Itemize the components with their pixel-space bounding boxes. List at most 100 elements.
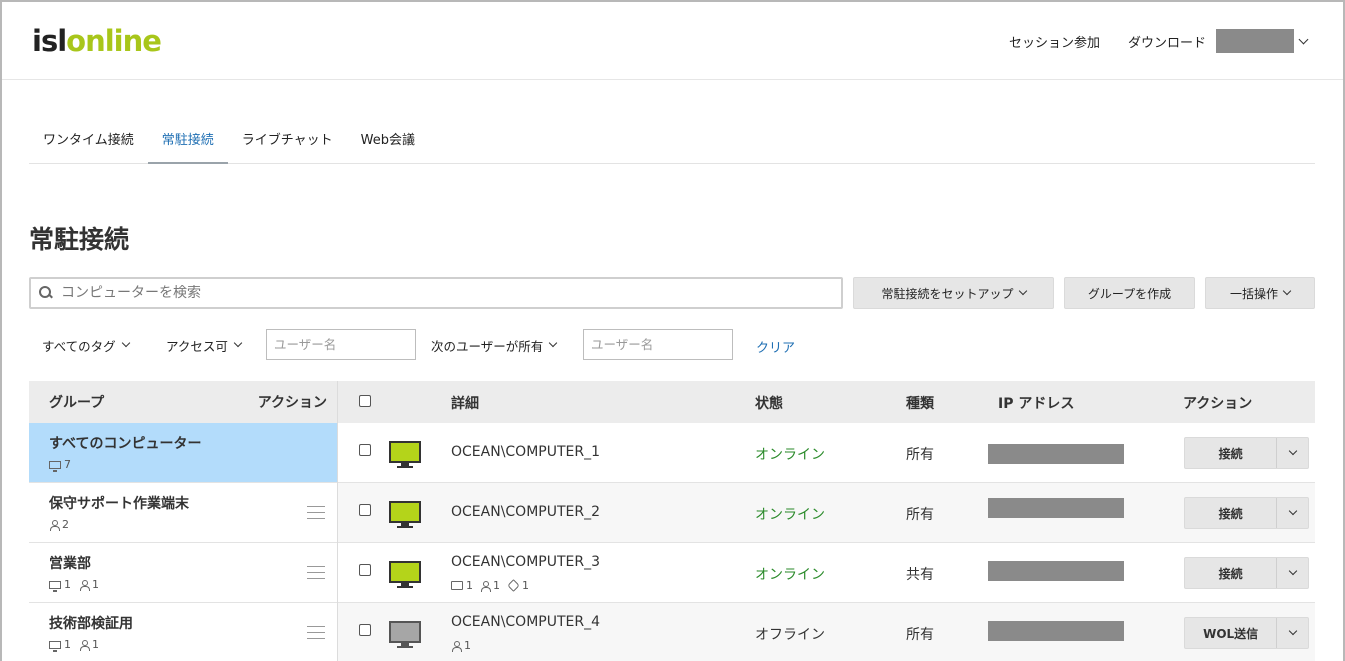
connect-button[interactable]: 接続 [1185,498,1278,528]
connect-button[interactable]: 接続 [1185,438,1278,468]
bulk-actions-label: 一括操作 [1229,286,1278,301]
connection-type: 所有 [906,627,934,643]
computer-icon [49,580,61,592]
user-count: 1 [92,578,99,591]
hamburger-menu-icon[interactable] [307,626,325,639]
user-icon [480,580,491,592]
setup-always-on-button[interactable]: 常駐接続をセットアップ [853,277,1054,309]
computer-name[interactable]: OCEAN\COMPUTER_4 [451,614,600,630]
row-checkbox[interactable] [359,504,371,516]
action-dropdown-button[interactable] [1277,558,1308,588]
join-session-link[interactable]: セッション参加 [1009,32,1100,51]
computer-online-icon [389,561,421,588]
hamburger-menu-icon[interactable] [307,506,325,519]
computer-online-icon [389,441,421,468]
user-count: 2 [62,518,69,531]
tab-live-chat[interactable]: ライブチャット [228,120,347,164]
bulk-actions-button[interactable]: 一括操作 [1205,277,1315,309]
connection-type: 共有 [906,567,934,583]
group-name: すべてのコンピューター [49,436,202,452]
hamburger-menu-icon[interactable] [307,566,325,579]
group-item-sales[interactable]: 営業部 1 1 [29,543,337,603]
computer-name[interactable]: OCEAN\COMPUTER_3 [451,554,600,570]
clear-filters-link[interactable]: クリア [756,337,795,356]
user-account-menu[interactable] [1216,29,1294,53]
group-item-maintenance[interactable]: 保守サポート作業端末 2 [29,483,337,543]
create-group-button[interactable]: グループを作成 [1064,277,1195,309]
owner-filter-dropdown[interactable]: 次のユーザーが所有 [431,336,558,354]
status-badge: オンライン [755,507,825,523]
setup-always-on-label: 常駐接続をセットアップ [881,286,1014,301]
group-name: 営業部 [49,556,91,572]
download-link[interactable]: ダウンロード [1128,32,1206,51]
tab-onetime[interactable]: ワンタイム接続 [29,120,148,164]
chevron-down-icon[interactable] [1298,34,1309,44]
groups-panel: グループ アクション すべてのコンピューター 7 保守サポート作業端末 2 営業… [29,381,337,661]
ip-address-redacted [988,444,1124,464]
header-ip-address: IP アドレス [998,396,1075,412]
table-row[interactable]: OCEAN\COMPUTER_1 オンライン 所有 接続 [338,423,1315,483]
table-row[interactable]: OCEAN\COMPUTER_2 オンライン 所有 接続 [338,483,1315,543]
table-header: 詳細 状態 種類 IP アドレス アクション [338,381,1315,423]
computer-name[interactable]: OCEAN\COMPUTER_1 [451,444,600,460]
wake-on-lan-button[interactable]: WOL送信 [1185,618,1278,648]
computers-table: 詳細 状態 種類 IP アドレス アクション OCEAN\COMPUTER_1 … [338,381,1315,661]
access-filter-dropdown[interactable]: アクセス可 [166,336,243,354]
top-header: islonline セッション参加 ダウンロード [2,2,1343,80]
user-count: 1 [464,639,471,652]
chevron-down-icon [1288,506,1297,516]
islonline-logo[interactable]: islonline [32,24,162,58]
chevron-down-icon [1288,626,1297,636]
chevron-down-icon [121,338,130,348]
wol-split-button: WOL送信 [1184,617,1309,649]
owner-user-input[interactable] [583,329,733,360]
create-group-label: グループを作成 [1087,286,1172,301]
tags-filter-dropdown[interactable]: すべてのタグ [42,336,130,354]
product-tabs: ワンタイム接続 常駐接続 ライブチャット Web会議 [29,120,1315,164]
connect-button[interactable]: 接続 [1185,558,1278,588]
row-checkbox[interactable] [359,444,371,456]
user-icon [49,519,60,531]
computer-name[interactable]: OCEAN\COMPUTER_2 [451,504,600,520]
computer-offline-icon [389,621,421,648]
user-icon [79,639,90,651]
action-dropdown-button[interactable] [1277,438,1308,468]
chevron-down-icon [233,338,243,348]
logo-online-text: online [66,24,162,58]
computer-count: 1 [64,638,71,651]
row-checkbox[interactable] [359,564,371,576]
row-checkbox[interactable] [359,624,371,636]
tab-always-on[interactable]: 常駐接続 [147,120,228,164]
connect-split-button: 接続 [1184,437,1309,469]
group-item-engineering[interactable]: 技術部検証用 1 1 [29,603,337,661]
groups-action-header: アクション [257,395,327,411]
header-details: 詳細 [451,396,479,412]
search-box[interactable] [29,277,843,309]
connection-type: 所有 [906,507,934,523]
search-icon [39,286,53,300]
group-name: 技術部検証用 [49,616,133,632]
tag-count: 1 [522,579,529,592]
table-row[interactable]: OCEAN\COMPUTER_4 1 オフライン 所有 WOL送信 [338,603,1315,661]
action-dropdown-button[interactable] [1277,618,1308,648]
header-type: 種類 [906,396,934,412]
header-action: アクション [1183,396,1253,412]
computer-online-icon [389,501,421,528]
computer-meta: 1 1 1 [451,579,536,592]
groups-header-label: グループ [49,395,105,411]
select-all-checkbox[interactable] [359,395,371,407]
app-window: islonline セッション参加 ダウンロード ワンタイム接続 常駐接続 ライ… [0,0,1345,661]
group-item-all-computers[interactable]: すべてのコンピューター 7 [29,423,337,483]
group-meta: 7 [49,458,79,472]
chevron-down-icon [1288,566,1297,576]
group-meta: 1 1 [49,638,107,652]
tab-web-conference[interactable]: Web会議 [347,120,429,164]
table-row[interactable]: OCEAN\COMPUTER_3 1 1 1 オンライン 共有 接続 [338,543,1315,603]
computer-meta: 1 [451,639,478,652]
status-badge: オンライン [755,447,825,463]
chevron-down-icon [1288,446,1297,456]
action-dropdown-button[interactable] [1277,498,1308,528]
search-input[interactable] [61,285,821,301]
connect-split-button: 接続 [1184,497,1309,529]
access-user-input[interactable] [266,329,416,360]
